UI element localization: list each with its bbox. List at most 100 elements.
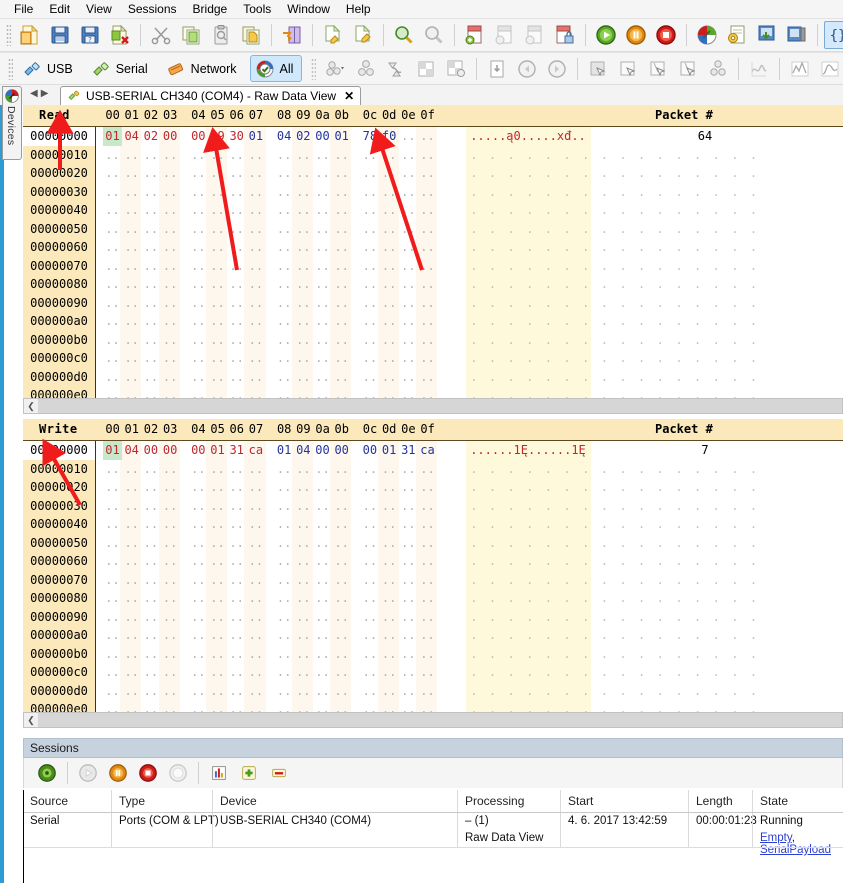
hex-byte-cell[interactable]: .. <box>275 238 294 257</box>
table-row[interactable]: 00000020................................… <box>23 478 843 497</box>
hex-byte-cell[interactable]: .. <box>208 645 227 664</box>
hex-byte-cell[interactable]: .. <box>313 645 332 664</box>
hex-byte-cell[interactable]: 00 <box>141 441 160 460</box>
hex-byte-cell[interactable]: .. <box>246 626 265 645</box>
sessions-column-header-type[interactable]: Type <box>119 794 145 808</box>
hex-byte-cell[interactable]: .. <box>246 663 265 682</box>
hex-row-bytes[interactable]: ................................ . . . . … <box>95 275 757 294</box>
molecule-icon[interactable] <box>352 55 380 83</box>
hex-byte-cell[interactable]: .. <box>208 294 227 313</box>
hex-byte-cell[interactable]: .. <box>189 368 208 387</box>
hex-byte-cell[interactable]: .. <box>227 460 246 479</box>
hex-byte-cell[interactable]: .. <box>332 238 351 257</box>
hex-byte-cell[interactable]: .. <box>103 312 122 331</box>
hex-byte-cell[interactable]: .. <box>360 626 379 645</box>
record-green-icon[interactable] <box>33 759 61 787</box>
hex-byte-cell[interactable]: 01 <box>332 127 351 146</box>
hex-byte-cell[interactable]: .. <box>189 238 208 257</box>
table-row[interactable]: 00000000 01 04 00 00 00 01 31 ca 01 04 00 00 00 01 31 ca… <box>23 441 843 460</box>
hex-byte-cell[interactable]: .. <box>189 515 208 534</box>
hex-byte-cell[interactable]: .. <box>418 626 437 645</box>
hex-byte-cell[interactable]: .. <box>246 331 265 350</box>
hex-row-bytes[interactable]: ................................ . . . . … <box>95 312 757 331</box>
hex-byte-cell[interactable]: .. <box>332 275 351 294</box>
hex-byte-cell[interactable]: .. <box>313 608 332 627</box>
hex-ascii-cell[interactable]: . . . . . . . . . . . . . . . . <box>466 312 757 331</box>
hex-byte-cell[interactable]: 02 <box>141 127 160 146</box>
hex-byte-cell[interactable]: .. <box>380 460 399 479</box>
hex-byte-cell[interactable]: .. <box>103 146 122 165</box>
hex-byte-cell[interactable]: .. <box>360 663 379 682</box>
hex-byte-cell[interactable]: .. <box>418 552 437 571</box>
hex-byte-cell[interactable]: .. <box>275 589 294 608</box>
hex-byte-cell[interactable]: .. <box>360 497 379 516</box>
hex-byte-cell[interactable]: .. <box>103 608 122 627</box>
hex-byte-cell[interactable]: .. <box>380 552 399 571</box>
hex-byte-cell[interactable]: .. <box>103 515 122 534</box>
hex-byte-cell[interactable]: .. <box>122 645 141 664</box>
hex-byte-cell[interactable]: .. <box>275 608 294 627</box>
hex-byte-cell[interactable]: .. <box>399 460 418 479</box>
hex-ascii-cell[interactable]: . . . . . . . . . . . . . . . . <box>466 330 757 349</box>
hex-byte-cell[interactable]: .. <box>189 682 208 701</box>
hex-byte-cell[interactable]: .. <box>294 201 313 220</box>
hex-byte-cell[interactable]: .. <box>189 257 208 276</box>
stop-red-icon[interactable] <box>652 21 680 49</box>
hex-byte-cell[interactable]: .. <box>399 571 418 590</box>
hex-byte-cell[interactable]: .. <box>103 368 122 387</box>
hex-byte-cell[interactable]: .. <box>313 257 332 276</box>
hex-byte-cell[interactable]: .. <box>103 164 122 183</box>
hex-byte-cell[interactable]: .. <box>246 220 265 239</box>
hex-ascii-cell[interactable]: . . . . . . . . . . . . . . . . <box>466 219 757 238</box>
hex-byte-cell[interactable]: .. <box>246 294 265 313</box>
next-circle-icon[interactable] <box>543 55 571 83</box>
hex-byte-cell[interactable]: .. <box>161 682 180 701</box>
hex-byte-cell[interactable]: .. <box>208 571 227 590</box>
hex-byte-cell[interactable]: .. <box>294 349 313 368</box>
table-row[interactable]: 00000020................................… <box>23 164 843 183</box>
hex-byte-cell[interactable]: .. <box>360 275 379 294</box>
hex-byte-cell[interactable]: .. <box>189 146 208 165</box>
hex-byte-cell[interactable]: .. <box>418 294 437 313</box>
hex-row-bytes[interactable]: ................................ . . . . … <box>95 626 757 645</box>
hex-byte-cell[interactable]: .. <box>294 515 313 534</box>
hex-byte-cell[interactable]: 78 <box>360 127 379 146</box>
hex-byte-cell[interactable]: .. <box>313 552 332 571</box>
hex-byte-cell[interactable]: .. <box>246 515 265 534</box>
hex-byte-cell[interactable]: .. <box>360 645 379 664</box>
hex-byte-cell[interactable]: .. <box>360 331 379 350</box>
hex-byte-cell[interactable]: .. <box>189 552 208 571</box>
hex-byte-cell[interactable]: .. <box>103 183 122 202</box>
hex-byte-cell[interactable]: .. <box>418 645 437 664</box>
hex-byte-cell[interactable]: .. <box>227 368 246 387</box>
hex-row-bytes[interactable]: ................................ . . . . … <box>95 293 757 313</box>
hex-byte-cell[interactable]: .. <box>122 497 141 516</box>
table-row[interactable]: 00000080................................… <box>23 275 843 294</box>
menu-item-view[interactable]: View <box>78 0 120 18</box>
hex-byte-cell[interactable]: .. <box>360 608 379 627</box>
hex-byte-cell[interactable]: .. <box>208 534 227 553</box>
hex-byte-cell[interactable]: .. <box>399 497 418 516</box>
hex-byte-cell[interactable]: .. <box>161 515 180 534</box>
hex-byte-cell[interactable]: .. <box>122 201 141 220</box>
cursor-square3-icon[interactable] <box>644 55 672 83</box>
hex-ascii-cell[interactable]: . . . . . . . . . . . . . . . . <box>466 256 757 275</box>
hex-byte-cell[interactable]: .. <box>227 294 246 313</box>
hex-byte-cell[interactable]: .. <box>399 127 418 146</box>
hex-byte-cell[interactable]: 00 <box>313 127 332 146</box>
hex-byte-cell[interactable]: .. <box>380 571 399 590</box>
hex-byte-cell[interactable]: .. <box>122 164 141 183</box>
hex-byte-cell[interactable]: .. <box>189 478 208 497</box>
hex-byte-cell[interactable]: .. <box>332 201 351 220</box>
hex-byte-cell[interactable]: .. <box>227 608 246 627</box>
hex-byte-cell[interactable]: .. <box>141 257 160 276</box>
hex-byte-cell[interactable]: .. <box>275 534 294 553</box>
menu-item-sessions[interactable]: Sessions <box>120 0 185 18</box>
hex-ascii-cell[interactable]: . . . . . . . . . . . . . . . . <box>466 293 757 312</box>
table-row[interactable]: 00000040................................… <box>23 515 843 534</box>
hex-byte-cell[interactable]: .. <box>161 275 180 294</box>
hex-byte-cell[interactable]: .. <box>275 497 294 516</box>
toolbar-grip[interactable] <box>6 24 11 46</box>
session-link-serialpayload[interactable]: SerialPayload <box>760 844 831 856</box>
table-row[interactable]: 000000b0................................… <box>23 330 843 350</box>
